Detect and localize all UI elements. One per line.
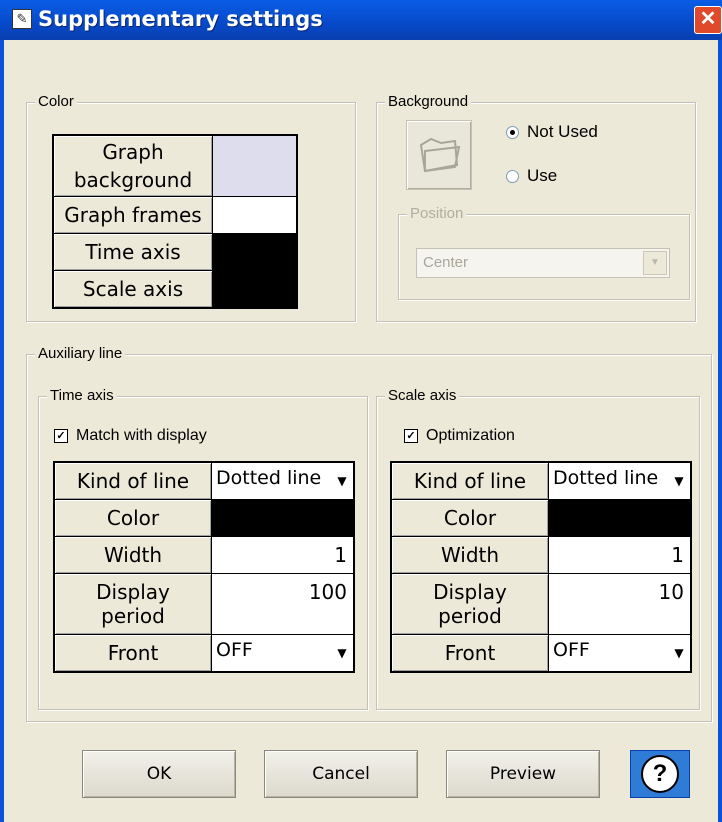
position-group-label: Position xyxy=(407,205,467,222)
folder-icon xyxy=(419,137,461,173)
scale-axis-label: Scale axis xyxy=(385,387,460,404)
color-row-graph-background[interactable]: Graph background xyxy=(52,134,298,197)
kind-of-line-value: Dotted line xyxy=(216,467,322,489)
front-dropdown[interactable]: OFF ▼ xyxy=(548,634,692,673)
width-label: Width xyxy=(53,536,212,574)
chevron-down-icon: ▼ xyxy=(674,646,684,660)
window-title: Supplementary settings xyxy=(38,7,323,31)
window-frame-right xyxy=(718,40,722,822)
width-field[interactable]: 1 xyxy=(548,536,692,574)
color-row-time-axis[interactable]: Time axis xyxy=(52,233,298,271)
width-label: Width xyxy=(390,536,549,574)
radio-not-used[interactable]: Not Used xyxy=(506,122,598,142)
question-icon: ? xyxy=(641,755,679,793)
background-group-label: Background xyxy=(385,93,472,110)
match-with-display-checkbox[interactable]: ✓ Match with display xyxy=(54,427,207,445)
preview-button[interactable]: Preview xyxy=(446,750,600,798)
front-value: OFF xyxy=(553,639,590,661)
time-axis-label: Time axis xyxy=(47,387,117,404)
color-row-graph-frames[interactable]: Graph frames xyxy=(52,196,298,234)
radio-dot xyxy=(506,125,519,139)
kind-of-line-dropdown[interactable]: Dotted line ▼ xyxy=(548,461,692,500)
color-swatch[interactable] xyxy=(212,233,298,271)
color-row-scale-axis[interactable]: Scale axis xyxy=(52,270,298,309)
position-dropdown[interactable]: Center ▼ xyxy=(416,248,670,278)
ok-button[interactable]: OK xyxy=(82,750,236,798)
color-swatch[interactable] xyxy=(212,270,298,309)
color-swatch[interactable] xyxy=(212,134,298,197)
width-field[interactable]: 1 xyxy=(211,536,355,574)
radio-use-label: Use xyxy=(527,166,558,185)
scale-axis-table: Kind of line Dotted line ▼ Color Width 1 … xyxy=(390,461,692,673)
line-color-swatch[interactable] xyxy=(548,499,692,537)
front-dropdown[interactable]: OFF ▼ xyxy=(211,634,355,673)
color-row-label: Time axis xyxy=(52,233,213,271)
color-label: Color xyxy=(390,499,549,537)
display-period-label: Display period xyxy=(53,573,212,635)
kind-of-line-dropdown[interactable]: Dotted line ▼ xyxy=(211,461,355,500)
color-label: Color xyxy=(53,499,212,537)
help-button[interactable]: ? xyxy=(630,750,690,798)
match-with-display-label: Match with display xyxy=(76,427,207,444)
position-value: Center xyxy=(423,254,469,271)
radio-dot xyxy=(506,169,519,183)
line-color-swatch[interactable] xyxy=(211,499,355,537)
chevron-down-icon: ▼ xyxy=(643,251,667,275)
window-frame-left xyxy=(0,40,4,822)
kind-of-line-value: Dotted line xyxy=(553,467,659,489)
time-axis-table: Kind of line Dotted line ▼ Color Width 1 … xyxy=(53,461,355,673)
folder-button[interactable] xyxy=(406,120,472,190)
color-row-label: Graph frames xyxy=(52,196,213,234)
color-group-label: Color xyxy=(35,93,77,110)
kind-of-line-label: Kind of line xyxy=(390,461,549,500)
close-button[interactable]: ✕ xyxy=(694,6,722,34)
radio-not-used-label: Not Used xyxy=(527,122,598,141)
kind-of-line-label: Kind of line xyxy=(53,461,212,500)
app-icon: ✎ xyxy=(12,9,32,29)
close-icon: ✕ xyxy=(699,8,717,30)
chevron-down-icon: ▼ xyxy=(337,474,347,488)
cancel-button[interactable]: Cancel xyxy=(264,750,418,798)
color-table: Graph background Graph frames Time axis … xyxy=(52,134,298,309)
front-label: Front xyxy=(390,634,549,673)
display-period-field[interactable]: 100 xyxy=(211,573,355,635)
front-label: Front xyxy=(53,634,212,673)
optimization-checkbox[interactable]: ✓ Optimization xyxy=(404,427,515,445)
chevron-down-icon: ▼ xyxy=(337,646,347,660)
color-row-label: Graph background xyxy=(52,134,213,197)
title-bar: ✎ Supplementary settings ✕ xyxy=(0,0,722,40)
color-swatch[interactable] xyxy=(212,196,298,234)
optimization-label: Optimization xyxy=(426,427,515,444)
color-row-label: Scale axis xyxy=(52,270,213,309)
checkmark-icon: ✓ xyxy=(404,429,418,443)
radio-use[interactable]: Use xyxy=(506,166,557,186)
checkmark-icon: ✓ xyxy=(54,429,68,443)
display-period-field[interactable]: 10 xyxy=(548,573,692,635)
display-period-label: Display period xyxy=(390,573,549,635)
front-value: OFF xyxy=(216,639,253,661)
chevron-down-icon: ▼ xyxy=(674,474,684,488)
auxiliary-line-label: Auxiliary line xyxy=(35,345,126,362)
